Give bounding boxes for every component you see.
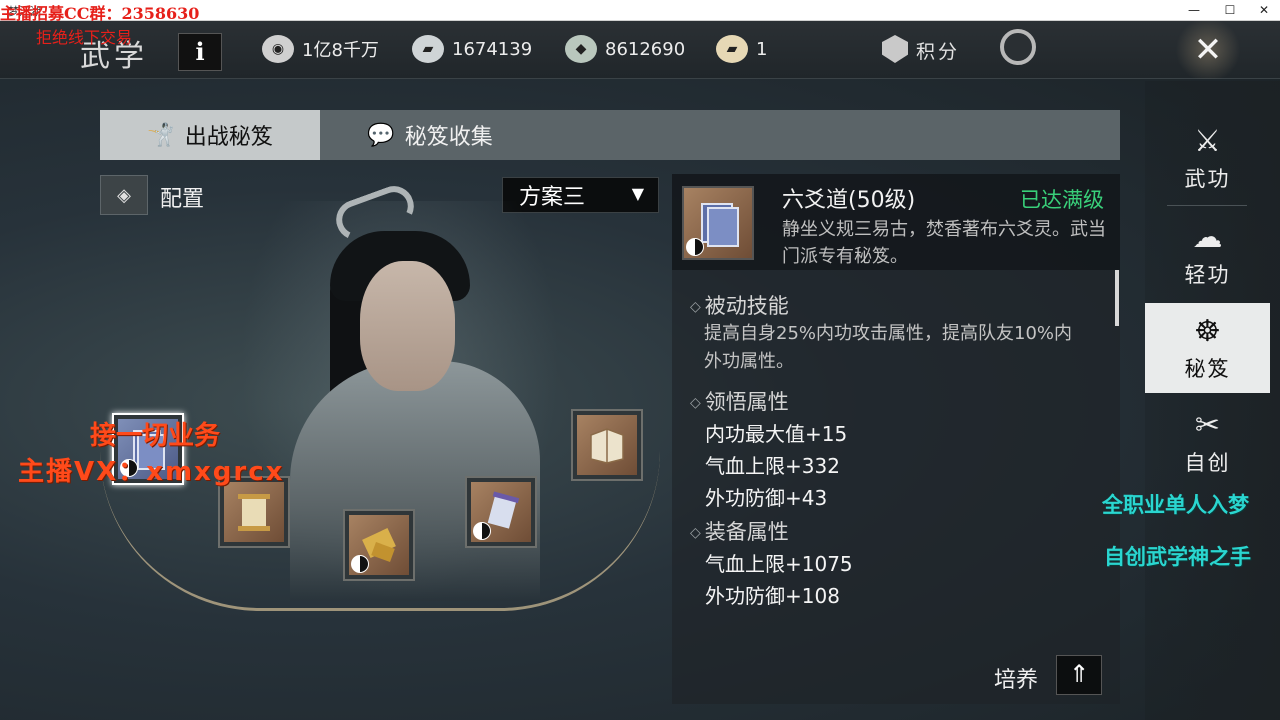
manual-slot-5[interactable] bbox=[571, 409, 643, 481]
top-bar: 武学 i ◉ 1亿8千万 ▰ 1674139 ◆ 8612690 ▰ 1 积分 … bbox=[0, 21, 1280, 79]
martial-pose-icon: 🤺 bbox=[147, 122, 175, 148]
sidenav-item-martial-arts[interactable]: ⚔ 武功 bbox=[1145, 113, 1270, 203]
yinyang-icon bbox=[686, 238, 704, 256]
currency-value: 8612690 bbox=[605, 38, 686, 60]
meditation-icon: ☸ bbox=[1194, 313, 1221, 349]
currency-value: 1 bbox=[756, 38, 768, 60]
crossed-blades-icon: ✂ bbox=[1194, 407, 1221, 443]
gold-ingot-icon: ▰ bbox=[716, 35, 748, 63]
coin-reel-icon: ◉ bbox=[262, 35, 294, 63]
game-viewport: 武学 i ◉ 1亿8千万 ▰ 1674139 ◆ 8612690 ▰ 1 积分 … bbox=[0, 21, 1280, 720]
score-label[interactable]: 积分 bbox=[916, 37, 960, 64]
leap-icon: ☁ bbox=[1192, 219, 1223, 255]
silver-ingot-icon: ▰ bbox=[412, 35, 444, 63]
sidenav-label: 武功 bbox=[1184, 166, 1231, 191]
info-button[interactable]: i bbox=[178, 33, 222, 71]
currency-gold[interactable]: ▰ 1 bbox=[716, 33, 767, 65]
currency-coins[interactable]: ◉ 1亿8千万 bbox=[262, 33, 379, 65]
config-diamond-icon: ◈ bbox=[117, 184, 131, 206]
detail-book-icon bbox=[682, 186, 754, 260]
yinyang-icon bbox=[473, 522, 491, 540]
passive-skill-text: 提高自身25%内功攻击属性，提高队友10%内外功属性。 bbox=[704, 323, 1073, 372]
sword-stance-icon: ⚔ bbox=[1194, 123, 1221, 159]
insight-stat: 气血上限+332 bbox=[705, 454, 840, 478]
tab-battle-manuals[interactable]: 🤺 出战秘笈 bbox=[100, 110, 320, 160]
up-arrow-icon: ⇑ bbox=[1068, 660, 1090, 688]
detail-scrollbar[interactable] bbox=[1115, 270, 1119, 326]
scroll-icon: 💬 bbox=[367, 122, 395, 148]
insight-stat: 外功防御+43 bbox=[705, 486, 828, 510]
character-portrait bbox=[360, 261, 455, 391]
jade-icon: ◆ bbox=[565, 35, 597, 63]
manual-slot-4[interactable] bbox=[465, 476, 537, 548]
manual-name: 六爻道(50级) bbox=[782, 188, 916, 213]
equip-stat: 气血上限+1075 bbox=[705, 552, 853, 576]
equip-attr-title: 装备属性 bbox=[690, 516, 789, 546]
max-level-badge: 已达满级 bbox=[1020, 188, 1104, 212]
manual-detail-panel: 六爻道(50级) 已达满级 静坐义规三易古，焚香著布六爻灵。武当门派专有秘笈。 … bbox=[672, 174, 1120, 704]
stream-overlay-business: 接一切业务 bbox=[90, 421, 221, 451]
currency-value: 1亿8千万 bbox=[302, 40, 379, 61]
manual-description: 静坐义规三易古，焚香著布六爻灵。武当门派专有秘笈。 bbox=[782, 219, 1106, 267]
score-shield-icon bbox=[882, 35, 908, 63]
config-label: 配置 bbox=[160, 187, 205, 212]
stream-overlay-contact: 主播VX：xmxgrcx bbox=[18, 457, 285, 487]
stream-overlay-dream-solo: 全职业单人入梦 bbox=[1102, 493, 1249, 517]
chevron-down-icon: ▼ bbox=[631, 184, 644, 203]
currency-value: 1674139 bbox=[452, 38, 533, 60]
cultivate-button[interactable]: ⇑ bbox=[1056, 655, 1102, 695]
sidenav-label: 秘笈 bbox=[1184, 356, 1231, 381]
minimize-button[interactable]: — bbox=[1176, 0, 1212, 21]
config-button[interactable]: ◈ bbox=[100, 175, 148, 215]
currency-jade[interactable]: ◆ 8612690 bbox=[565, 33, 685, 65]
insight-attr-title: 领悟属性 bbox=[690, 386, 789, 416]
yinyang-icon bbox=[351, 555, 369, 573]
side-nav: ⚔ 武功 ☁ 轻功 ☸ 秘笈 ✂ 自创 bbox=[1145, 81, 1280, 720]
tab-manual-collection[interactable]: 💬 秘笈收集 bbox=[320, 110, 540, 160]
scroll-open-icon bbox=[238, 494, 270, 531]
sidenav-label: 轻功 bbox=[1184, 262, 1231, 287]
equip-stat: 外功防御+108 bbox=[705, 584, 840, 608]
passive-skill-title: 被动技能 bbox=[690, 290, 789, 320]
window-close-button[interactable]: ✕ bbox=[1246, 0, 1280, 21]
folded-book-icon bbox=[590, 428, 624, 464]
cultivate-label: 培养 bbox=[994, 668, 1039, 693]
tab-bar: 🤺 出战秘笈 💬 秘笈收集 bbox=[100, 110, 1120, 160]
currency-silver[interactable]: ▰ 1674139 bbox=[412, 33, 532, 65]
maximize-button[interactable]: ☐ bbox=[1212, 0, 1248, 21]
tab-label: 出战秘笈 bbox=[184, 125, 273, 150]
sect-emblem-icon[interactable] bbox=[1000, 29, 1036, 65]
stream-overlay-recruit: 主播招募CC群：2358630 bbox=[0, 4, 200, 23]
insight-stat: 内功最大值+15 bbox=[705, 422, 848, 446]
stream-overlay-no-offline: 拒绝线下交易 bbox=[36, 28, 133, 47]
sidenav-item-lightness[interactable]: ☁ 轻功 bbox=[1145, 209, 1270, 299]
sidenav-label: 自创 bbox=[1184, 450, 1231, 475]
sidenav-item-self-created[interactable]: ✂ 自创 bbox=[1145, 397, 1270, 487]
sidenav-item-manuals[interactable]: ☸ 秘笈 bbox=[1145, 303, 1270, 393]
stream-overlay-self-created: 自创武学神之手 bbox=[1104, 545, 1251, 569]
manual-slot-3[interactable] bbox=[343, 509, 415, 581]
tab-label: 秘笈收集 bbox=[404, 125, 493, 150]
sidenav-divider bbox=[1167, 205, 1247, 206]
close-button[interactable]: ✕ bbox=[1184, 27, 1232, 73]
detail-header: 六爻道(50级) 已达满级 静坐义规三易古，焚香著布六爻灵。武当门派专有秘笈。 bbox=[672, 174, 1120, 270]
